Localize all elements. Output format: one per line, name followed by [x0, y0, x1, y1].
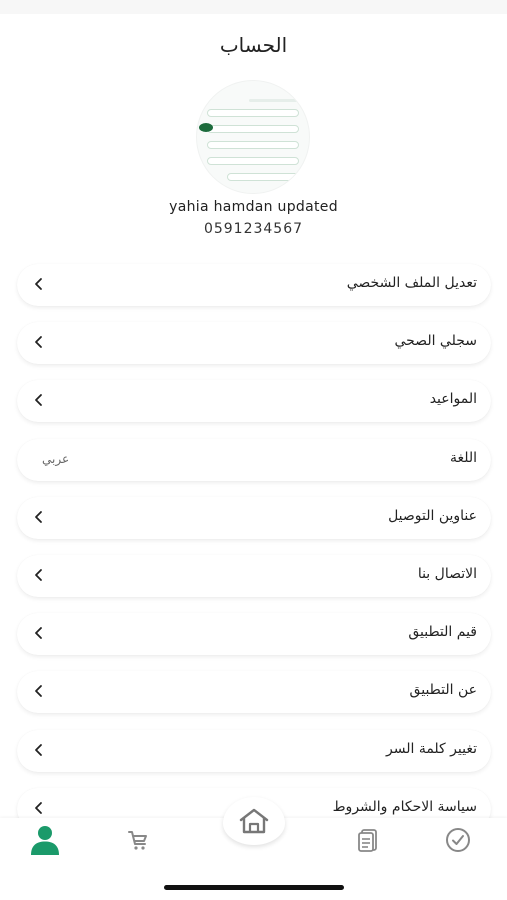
profile-phone: 0591234567: [203, 221, 304, 237]
nav-cart[interactable]: [121, 823, 155, 857]
cart-icon: [128, 831, 147, 850]
menu-item-label: الاتصال بنا: [417, 565, 477, 582]
menu-item-label: قيم التطبيق: [408, 624, 477, 641]
nav-account[interactable]: [28, 823, 62, 857]
home-indicator: [164, 885, 344, 890]
menu-item-contact-us[interactable]: الاتصال بنا: [17, 554, 491, 597]
menu-item-label: سياسة الاحكام والشروط: [332, 798, 477, 815]
chevron-left-icon: [35, 394, 42, 407]
home-icon: [239, 808, 269, 834]
page-title: الحساب: [219, 33, 288, 57]
menu-item-language[interactable]: اللغة عربي: [17, 438, 491, 481]
clipboard-icon: [358, 829, 377, 852]
account-menu: تعديل الملف الشخصي سجلي الصحي المواعيد ا…: [17, 264, 491, 846]
status-bar: [0, 0, 507, 14]
menu-item-label: تعديل الملف الشخصي: [346, 275, 477, 291]
menu-item-label: تغيير كلمة السر: [386, 740, 477, 757]
profile-name: yahia hamdan updated: [169, 199, 338, 215]
menu-item-appointments[interactable]: المواعيد: [17, 380, 491, 423]
menu-item-about-app[interactable]: عن التطبيق: [17, 671, 491, 714]
account-icon: [31, 826, 59, 855]
menu-item-label: عناوين التوصيل: [388, 507, 477, 524]
menu-item-label: عن التطبيق: [409, 682, 477, 699]
chevron-left-icon: [35, 278, 42, 290]
chevron-left-icon: [35, 685, 42, 698]
menu-item-delivery-addresses[interactable]: عناوين التوصيل: [17, 496, 491, 539]
menu-item-health-record[interactable]: سجلي الصحي: [17, 322, 491, 365]
home-button[interactable]: [223, 797, 285, 845]
chevron-left-icon: [35, 569, 42, 581]
menu-item-rate-app[interactable]: قيم التطبيق: [17, 613, 491, 656]
chevron-left-icon: [35, 743, 42, 756]
menu-item-label: سجلي الصحي: [394, 333, 477, 350]
avatar[interactable]: [196, 80, 310, 194]
chevron-left-icon: [35, 627, 42, 640]
menu-item-label: اللغة: [449, 449, 477, 466]
chevron-left-icon: [35, 510, 42, 523]
language-value: عربي: [42, 451, 70, 466]
chevron-left-icon: [35, 336, 42, 349]
menu-item-change-password[interactable]: تغيير كلمة السر: [17, 729, 491, 772]
chevron-left-icon: [35, 801, 42, 814]
nav-status[interactable]: [441, 823, 475, 857]
menu-item-label: المواعيد: [429, 391, 477, 408]
nav-orders[interactable]: [352, 823, 386, 857]
check-circle-icon: [446, 828, 470, 852]
menu-item-edit-profile[interactable]: تعديل الملف الشخصي: [17, 264, 491, 306]
